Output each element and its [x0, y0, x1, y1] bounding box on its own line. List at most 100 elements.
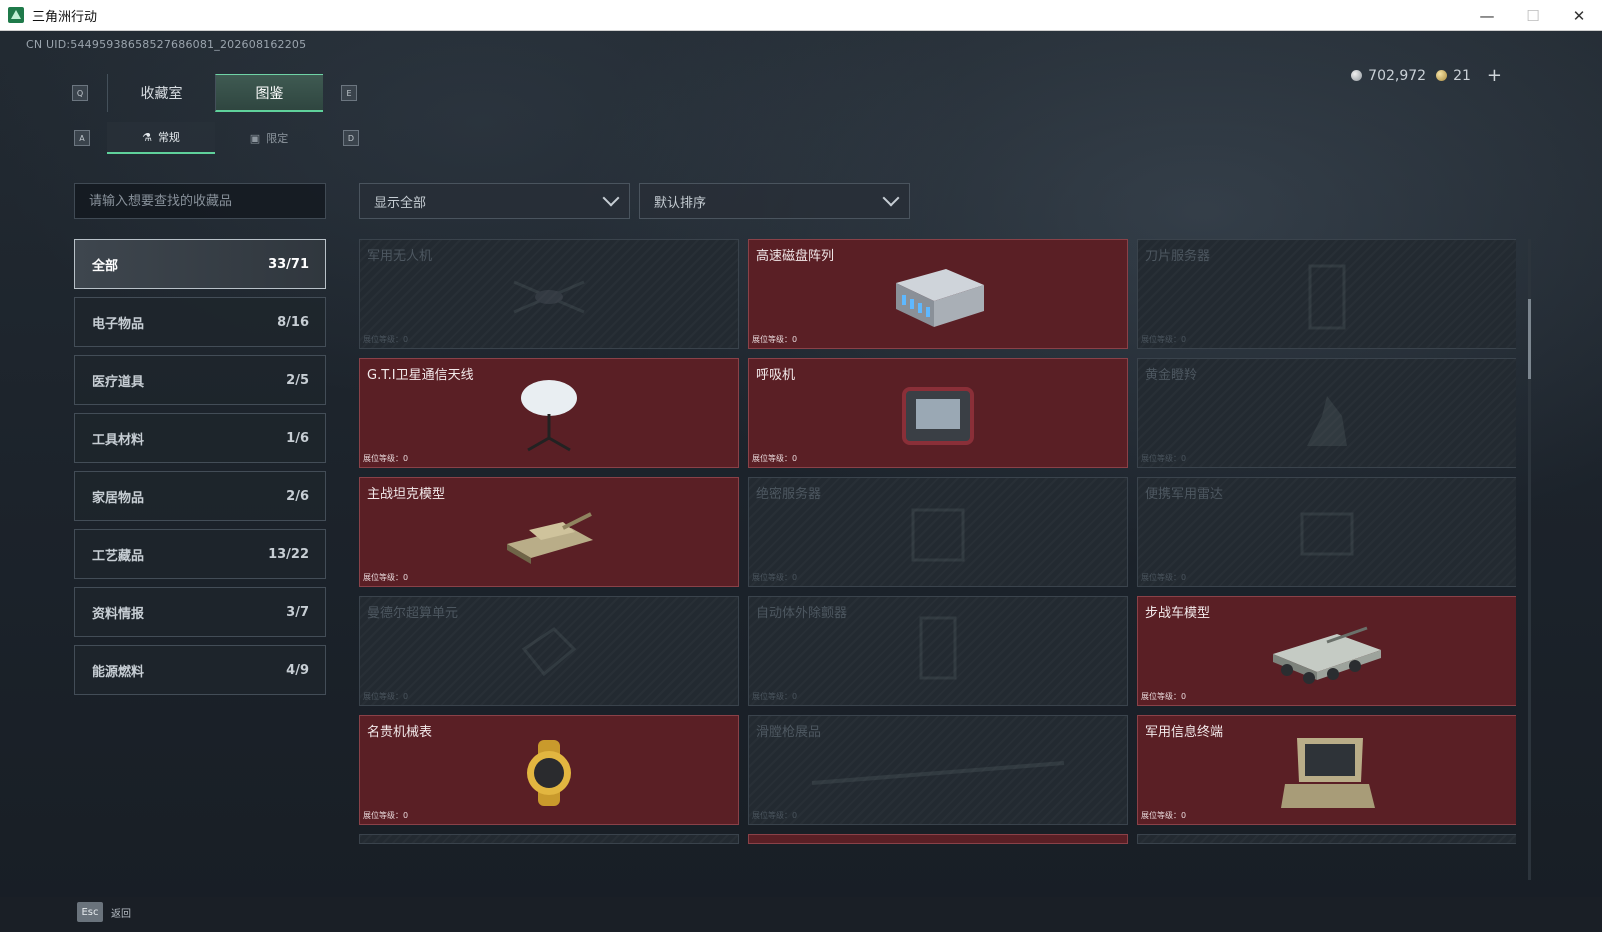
collection-card[interactable]: G.T.I卫星通信天线展位等级：0	[359, 358, 739, 468]
category-electronics[interactable]: 电子物品 8/16	[74, 297, 326, 347]
drone-icon	[504, 272, 594, 326]
sort-dropdown[interactable]: 默认排序	[639, 183, 910, 219]
subtab-regular[interactable]: ⚗ 常规	[107, 122, 215, 154]
collection-card-name: G.T.I卫星通信天线	[367, 368, 474, 383]
gold-coin-icon	[1436, 69, 1448, 81]
collection-card[interactable]: 绝密服务器 展位等级：0	[748, 477, 1128, 587]
collection-card[interactable]: 自动体外除颤器 展位等级：0	[748, 596, 1128, 706]
radar-icon	[1292, 500, 1362, 574]
flask-icon: ⚗	[142, 130, 152, 144]
musket-icon	[808, 753, 1068, 797]
display-level: 展位等级：0	[363, 573, 409, 582]
chevron-down-icon	[602, 189, 620, 207]
collection-card[interactable]: 呼吸机展位等级：0	[748, 358, 1128, 468]
maximize-button[interactable]: ☐	[1510, 0, 1556, 31]
collection-card-name: 主战坦克模型	[367, 487, 446, 502]
category-household[interactable]: 家居物品 2/6	[74, 471, 326, 521]
filter-dropdown-value: 显示全部	[374, 195, 427, 211]
key-hint-q: Q	[72, 85, 88, 101]
back-label: 返回	[111, 908, 131, 920]
collection-card[interactable]: 滑膛枪展品 展位等级：0	[748, 715, 1128, 825]
category-label: 能源燃料	[92, 664, 145, 680]
category-label: 工艺藏品	[92, 548, 145, 564]
satellite-dish-icon	[514, 376, 584, 460]
add-currency-button[interactable]: +	[1487, 65, 1502, 86]
player-uid: CN UID:5449593865852768608​1_20260816220…	[26, 38, 307, 51]
collection-card[interactable]: 步战车模型 展位等级：0	[1137, 596, 1516, 706]
category-count: 13/22	[268, 546, 309, 562]
category-energy[interactable]: 能源燃料 4/9	[74, 645, 326, 695]
main-tabs: 收藏室 图鉴	[107, 74, 323, 112]
subtab-regular-label: 常规	[157, 131, 180, 144]
subtab-limited[interactable]: ▣ 限定	[215, 122, 323, 154]
collection-card-name: 呼吸机	[756, 368, 796, 383]
key-hint-d: D	[343, 130, 359, 146]
category-count: 8/16	[277, 314, 309, 330]
collection-card[interactable]: 曼德尔超算单元 展位等级：0	[359, 596, 739, 706]
category-count: 33/71	[268, 256, 309, 272]
collection-card-partial[interactable]	[748, 834, 1128, 844]
collection-card[interactable]: 名贵机械表 展位等级：0	[359, 715, 739, 825]
collection-card-name: 刀片服务器	[1145, 249, 1211, 264]
defibrillator-icon	[913, 614, 963, 698]
display-level: 展位等级：0	[363, 454, 409, 463]
supercomputer-icon	[514, 619, 584, 693]
category-all[interactable]: 全部 33/71	[74, 239, 326, 289]
gazelle-statue-icon	[1287, 376, 1367, 460]
sub-tabs: ⚗ 常规 ▣ 限定	[107, 122, 323, 154]
display-level: 展位等级：0	[1141, 335, 1187, 344]
category-count: 1/6	[286, 430, 309, 446]
display-level: 展位等级：0	[1141, 573, 1187, 582]
grid-scrollbar[interactable]	[1528, 239, 1531, 880]
tab-catalog[interactable]: 图鉴	[215, 74, 323, 112]
category-list: 全部 33/71 电子物品 8/16 医疗道具 2/5 工具材料 1/6 家居物品 2/6…	[74, 239, 326, 703]
collection-card[interactable]: 黄金瞪羚 展位等级：0	[1137, 358, 1516, 468]
category-label: 全部	[92, 258, 119, 274]
tab-collection-room[interactable]: 收藏室	[107, 74, 215, 112]
watch-icon	[516, 738, 582, 812]
game-screen: CN UID:5449593865852768608​1_20260816220…	[0, 31, 1602, 932]
category-label: 资料情报	[92, 606, 145, 622]
close-button[interactable]: ✕	[1556, 0, 1602, 31]
collection-card[interactable]: 高速磁盘阵列展位等级：0	[748, 239, 1128, 349]
back-button[interactable]: Esc 返回	[77, 902, 131, 922]
item-grid-viewport: 军用无人机 展位等级：0 高速磁盘阵列 展位等级：0 刀片服务器 展位等级：0 G.T.I卫…	[359, 239, 1516, 880]
collection-card[interactable]: 刀片服务器展位等级：0	[1137, 239, 1516, 349]
collection-card[interactable]: 军用信息终端 展位等级：0	[1137, 715, 1516, 825]
server-icon	[903, 500, 973, 574]
sort-dropdown-value: 默认排序	[654, 195, 707, 211]
search-input[interactable]	[74, 183, 326, 219]
display-level: 展位等级：0	[752, 335, 798, 344]
key-hint-a: A	[74, 130, 90, 146]
coin-amount: 702,972	[1368, 67, 1427, 84]
filter-dropdown[interactable]: 显示全部	[359, 183, 630, 219]
category-crafts[interactable]: 工艺藏品 13/22	[74, 529, 326, 579]
collection-card-partial[interactable]	[1137, 834, 1516, 844]
collection-card-name: 高速磁盘阵列	[756, 249, 835, 264]
collection-card-partial[interactable]	[359, 834, 739, 844]
category-tools[interactable]: 工具材料 1/6	[74, 413, 326, 463]
grid-scrollbar-thumb[interactable]	[1528, 299, 1531, 379]
ventilator-icon	[898, 383, 978, 453]
collection-card-name: 滑膛枪展品	[756, 725, 822, 740]
collection-card[interactable]: 便携军用雷达展位等级：0	[1137, 477, 1516, 587]
category-medical[interactable]: 医疗道具 2/5	[74, 355, 326, 405]
category-intel[interactable]: 资料情报 3/7	[74, 587, 326, 637]
item-grid: 军用无人机 展位等级：0 高速磁盘阵列 展位等级：0 刀片服务器 展位等级：0 G.T.I卫…	[359, 239, 1516, 844]
collection-card-name: 绝密服务器	[756, 487, 822, 502]
gold-balance: 21	[1436, 68, 1471, 84]
tank-model-icon	[501, 500, 597, 574]
window-controls: — ☐ ✕	[1464, 0, 1602, 31]
collection-card[interactable]: 军用无人机 展位等级：0	[359, 239, 739, 349]
collection-card-name: 黄金瞪羚	[1145, 368, 1198, 383]
minimize-button[interactable]: —	[1464, 0, 1510, 31]
chevron-down-icon	[882, 189, 900, 207]
category-count: 3/7	[286, 604, 309, 620]
collection-card-name: 便携军用雷达	[1145, 487, 1224, 502]
subtab-limited-label: 限定	[266, 132, 289, 145]
collection-card[interactable]: 主战坦克模型展位等级：0	[359, 477, 739, 587]
display-level: 展位等级：0	[752, 454, 798, 463]
collection-card-name: 军用信息终端	[1145, 725, 1224, 740]
ifv-model-icon	[1267, 614, 1387, 698]
category-label: 电子物品	[92, 316, 145, 332]
